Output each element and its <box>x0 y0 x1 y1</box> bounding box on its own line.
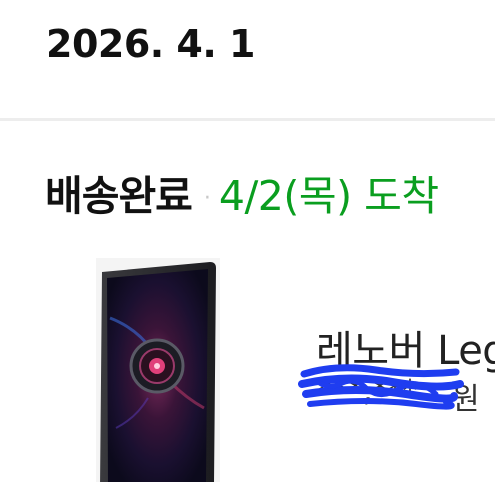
tablet-product-image[interactable] <box>96 258 220 482</box>
arrival-date: 4/2(목) 도착 <box>218 172 439 220</box>
redaction-scribble <box>298 364 464 410</box>
section-divider <box>0 118 495 121</box>
order-detail-page: 2026. 4. 1 배송완료 · 4/2(목) 도착 레노버 Leg ***,… <box>0 0 495 482</box>
order-date: 2026. 4. 1 <box>46 22 255 66</box>
delivery-status-row: 배송완료 · 4/2(목) 도착 <box>45 168 439 227</box>
separator-dot: · <box>203 186 211 211</box>
delivery-status: 배송완료 <box>45 172 193 220</box>
